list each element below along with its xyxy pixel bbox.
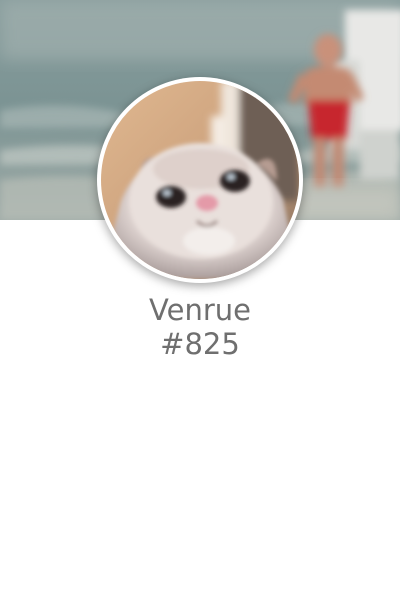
avatar[interactable] [97,77,303,283]
avatar-photo [101,81,299,279]
user-tag: #825 [160,327,240,361]
username: Venrue [149,293,251,327]
profile-card: Venrue #825 [0,0,400,600]
